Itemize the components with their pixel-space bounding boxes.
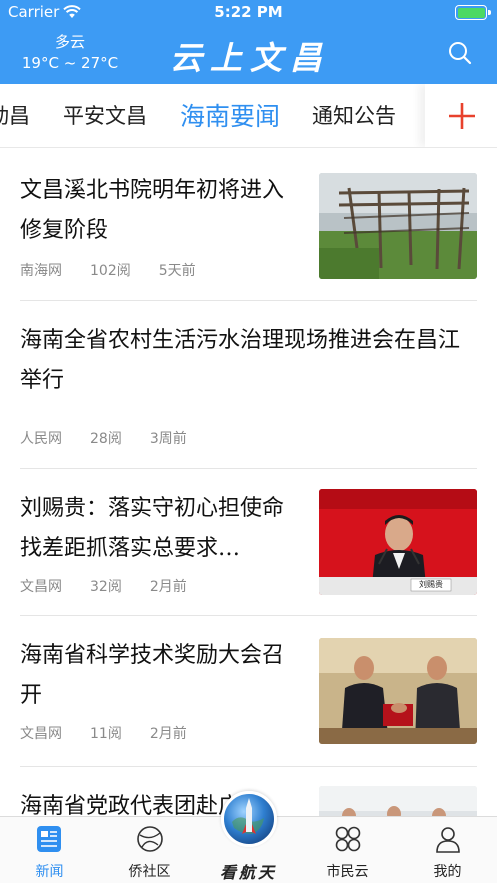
news-meta: 文昌网 32阅 2月前	[20, 576, 187, 596]
weather-condition: 多云	[54, 33, 85, 51]
news-item[interactable]: 海南省科学技术奖励大会召开 文昌网 11阅 2月前	[20, 616, 477, 767]
news-item[interactable]: 文昌溪北书院明年初将进入修复阶段 南海网 102阅 5天前	[20, 148, 477, 301]
tabbar-citizen-cloud[interactable]: 市民云	[298, 817, 397, 883]
weather-widget[interactable]: 多云 19°C ~ 27°C	[16, 32, 124, 74]
news-thumbnail	[319, 786, 477, 816]
news-meta: 文昌网 11阅 2月前	[20, 723, 187, 743]
news-meta: 南海网 102阅 5天前	[20, 260, 196, 280]
category-tabs: 动昌 平安文昌 海南要闻 通知公告	[0, 84, 497, 148]
tab-notices[interactable]: 通知公告	[312, 100, 396, 130]
community-icon	[137, 826, 163, 852]
tab-hainan-news[interactable]: 海南要闻	[180, 97, 280, 133]
tabbar-community[interactable]: 侨社区	[100, 817, 199, 883]
news-time: 3周前	[149, 431, 187, 447]
news-list: 文昌溪北书院明年初将进入修复阶段 南海网 102阅 5天前 海南全省农村生活污水…	[0, 148, 497, 816]
news-source: 文昌网	[20, 726, 62, 742]
bottom-tab-bar: 新闻 侨社区 看航天 市民云 我的	[0, 791, 497, 883]
tabbar-label: 新闻	[35, 864, 64, 880]
profile-icon	[436, 827, 460, 853]
add-tab-button[interactable]	[425, 84, 497, 147]
news-time: 2月前	[149, 726, 187, 742]
app-title: 云上文昌	[169, 39, 330, 77]
news-source: 南海网	[20, 263, 62, 279]
news-icon	[37, 826, 61, 852]
tabbar-label: 侨社区	[128, 864, 171, 880]
news-thumbnail	[319, 638, 477, 744]
news-thumbnail	[319, 173, 477, 279]
tabbar-label: 看航天	[219, 863, 277, 882]
news-source: 文昌网	[20, 579, 62, 595]
news-item[interactable]: 刘赐贵：落实守初心担使命找差距抓落实总要求… 文昌网 32阅 2月前 刘赐贵	[20, 469, 477, 616]
nameplate-text: 刘赐贵	[419, 580, 443, 589]
tab-ping-an-wenchang[interactable]: 平安文昌	[63, 100, 147, 130]
tab-local[interactable]: 动昌	[0, 100, 30, 130]
battery-icon	[455, 5, 491, 20]
search-icon	[449, 42, 472, 65]
news-title: 文昌溪北书院明年初将进入修复阶段	[20, 178, 285, 243]
news-item[interactable]: 海南全省农村生活污水治理现场推进会在昌江举行 人民网 28阅 3周前	[20, 301, 477, 469]
status-time: 5:22 PM	[214, 3, 283, 21]
tabbar-space[interactable]: 看航天	[199, 791, 298, 883]
news-reads: 11阅	[90, 726, 122, 742]
news-time: 2月前	[149, 579, 187, 595]
news-time: 5天前	[158, 263, 196, 279]
tabbar-label: 我的	[433, 864, 462, 880]
news-source: 人民网	[20, 431, 62, 447]
tabbar-profile[interactable]: 我的	[398, 817, 497, 883]
news-title: 海南省科学技术奖励大会召开	[20, 643, 285, 708]
status-bar: Carrier 5:22 PM	[0, 0, 497, 26]
news-reads: 32阅	[90, 579, 122, 595]
tabbar-news[interactable]: 新闻	[0, 817, 99, 883]
search-button[interactable]	[447, 40, 473, 66]
weather-temperature: 19°C ~ 27°C	[21, 54, 119, 72]
globe-rocket-icon	[221, 791, 277, 847]
app-header: Carrier 5:22 PM 多云 19°C ~ 27°C 云上文昌	[0, 0, 497, 84]
news-reads: 28阅	[90, 431, 122, 447]
news-title: 刘赐贵：落实守初心担使命找差距抓落实总要求…	[20, 496, 285, 561]
tabbar-label: 市民云	[326, 864, 369, 880]
news-reads: 102阅	[90, 263, 131, 279]
news-title: 海南全省农村生活污水治理现场推进会在昌江举行	[20, 328, 461, 393]
grid-icon	[335, 826, 361, 852]
news-meta: 人民网 28阅 3周前	[20, 428, 187, 448]
plus-icon	[449, 103, 475, 129]
news-thumbnail: 刘赐贵	[319, 489, 477, 595]
